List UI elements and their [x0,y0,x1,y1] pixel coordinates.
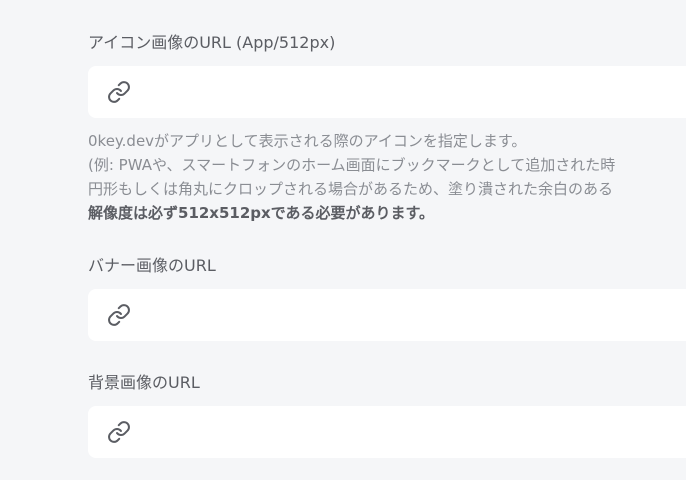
background-url-input[interactable] [144,406,686,460]
link-icon [107,420,131,444]
background-url-label: 背景画像のURL [88,373,200,392]
icon-url-input[interactable] [144,66,686,120]
banner-url-input[interactable] [144,289,686,343]
icon-url-input-box[interactable] [88,66,686,120]
background-url-input-box[interactable] [88,406,686,460]
help-line: (例: PWAや、スマートフォンのホーム画面にブックマークとして追加された時 [88,156,616,174]
help-line: 円形もしくは角丸にクロップされる場合があるため、塗り潰された余白のある [88,180,614,198]
settings-page: アイコン画像のURL (App/512px) 0key.devがアプリとして表示… [0,0,686,480]
banner-url-input-box[interactable] [88,289,686,343]
help-line: 0key.devがアプリとして表示される際のアイコンを指定します。 [88,132,527,150]
icon-url-label: アイコン画像のURL (App/512px) [88,33,336,52]
icon-url-help-text: 0key.devがアプリとして表示される際のアイコンを指定します。 (例: PW… [88,129,686,225]
help-line-strong: 解像度は必ず512x512pxである必要があります。 [88,204,435,222]
banner-url-label: バナー画像のURL [88,256,216,275]
link-icon [107,80,131,104]
link-icon [107,303,131,327]
